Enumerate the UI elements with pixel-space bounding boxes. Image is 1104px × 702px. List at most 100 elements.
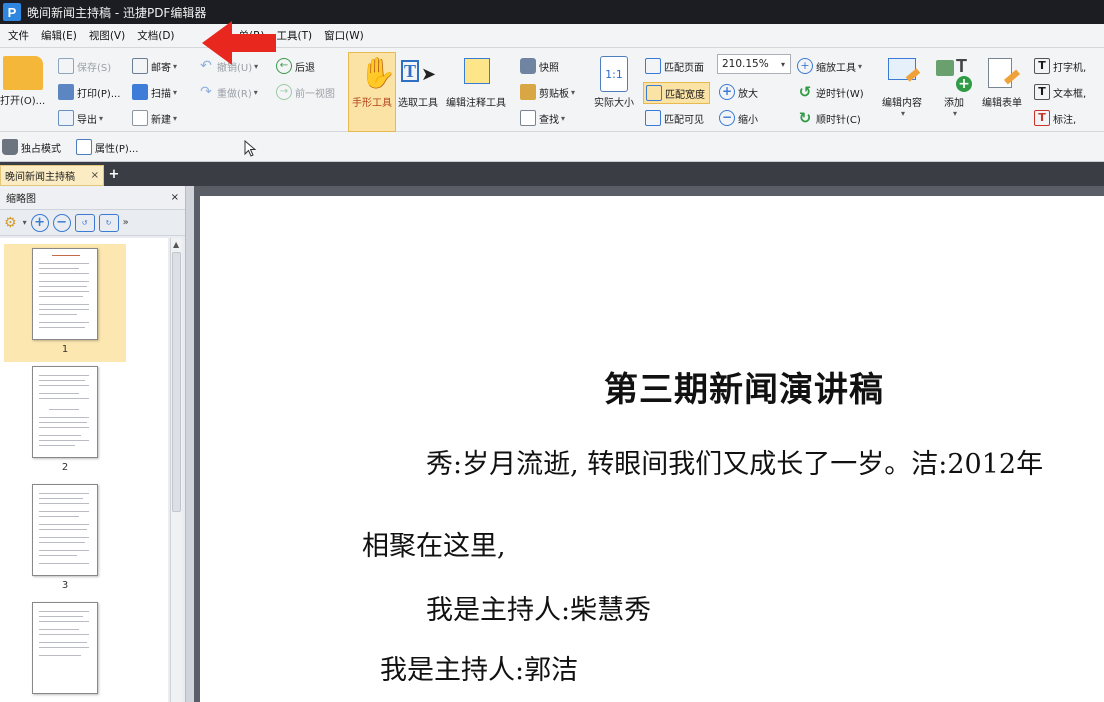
textbox-icon: T [1034, 84, 1050, 100]
zoom-tool-button[interactable]: + 缩放工具 ▾ [797, 58, 862, 74]
callout-button[interactable]: T 标注, [1034, 110, 1076, 126]
chevron-down-icon[interactable]: ▾ [23, 218, 27, 227]
back-button[interactable]: ← 后退 [276, 58, 315, 74]
menu-view[interactable]: 视图(V) [83, 24, 131, 48]
fit-page-label: 匹配页面 [664, 62, 704, 74]
menu-document[interactable]: 文档(D) [131, 24, 180, 48]
save-icon [58, 58, 74, 74]
typewriter-button[interactable]: T 打字机, [1034, 58, 1086, 74]
mouse-cursor-icon [244, 140, 257, 157]
annotation-icon [456, 56, 496, 92]
save-button[interactable]: 保存(S) [58, 58, 111, 74]
close-tab-icon[interactable]: × [91, 170, 99, 181]
zoom-in-thumbnail-icon[interactable]: + [30, 213, 49, 232]
document-tab[interactable]: 晚间新闻主持稿 × [0, 165, 104, 186]
red-arrow-annotation-icon [202, 21, 276, 65]
panel-splitter[interactable] [186, 186, 194, 702]
fit-width-icon [646, 85, 662, 101]
scroll-up-icon[interactable]: ▲ [173, 240, 179, 249]
zoom-out-thumbnail-icon[interactable]: − [52, 213, 71, 232]
hand-tool-button[interactable]: ✋ 手形工具 [349, 56, 397, 109]
print-button[interactable]: 打印(P)... [58, 84, 120, 100]
rotate-cw-button[interactable]: ↻ 顺时针(C) [797, 110, 861, 126]
quick-toolbar: 独占模式 属性(P)... [0, 132, 1104, 162]
page-thumbnail-4[interactable] [32, 602, 98, 694]
chevron-down-icon: ▾ [253, 87, 258, 97]
open-button[interactable]: 打开(O)... [0, 56, 45, 107]
export-label: 导出 [77, 114, 97, 126]
find-icon [520, 110, 536, 126]
thumbnail-panel-header: 缩略图 × [0, 186, 185, 210]
rotate-cw-icon: ↻ [798, 109, 812, 127]
zoom-value: 210.15% [722, 58, 769, 70]
rotate-ccw-icon: ↺ [798, 83, 812, 101]
page-number-1: 1 [61, 344, 69, 355]
page-thumbnail-3[interactable] [32, 484, 98, 576]
rotate-ccw-button[interactable]: ↺ 逆时针(W) [797, 84, 864, 100]
page-thumbnail-1[interactable] [32, 248, 98, 340]
scrollbar-thumb[interactable] [172, 252, 181, 512]
edit-annotation-button[interactable]: 编辑注释工具 [446, 56, 506, 109]
rotate-right-icon[interactable]: ↻ [98, 213, 119, 232]
crown-icon [2, 139, 18, 155]
thumbnail-scrollbar[interactable]: ▲ [170, 238, 182, 702]
thumbnail-tools: ⚙ ▾ + − ↺ ↻ » [0, 210, 185, 236]
menu-window[interactable]: 窗口(W) [318, 24, 370, 48]
find-label: 查找 [539, 114, 559, 126]
page-thumbnail-2[interactable] [32, 366, 98, 458]
prev-view-button[interactable]: → 前一视图 [276, 84, 335, 100]
more-chevron-icon[interactable]: » [123, 217, 129, 228]
edit-content-button[interactable]: 编辑内容 ▾ [882, 56, 922, 118]
add-button[interactable]: T + 添加 ▾ [934, 56, 974, 118]
select-tool-button[interactable]: T ➤ 选取工具 [398, 56, 438, 109]
actual-size-icon: 1:1 [600, 56, 628, 92]
close-panel-icon[interactable]: × [171, 192, 179, 203]
mail-label: 邮寄 [151, 62, 171, 74]
edit-form-button[interactable]: 编辑表单 [982, 56, 1022, 109]
back-arrow-icon: ← [276, 58, 292, 74]
document-tab-label: 晚间新闻主持稿 [5, 172, 75, 183]
scan-button[interactable]: 扫描 ▾ [132, 84, 177, 100]
rotate-left-icon[interactable]: ↺ [74, 213, 95, 232]
back-label: 后退 [295, 62, 315, 74]
fit-visible-icon [645, 110, 661, 126]
pdf-page[interactable]: 第三期新闻演讲稿 秀:岁月流逝, 转眼间我们又成长了一岁。洁:2012年 相聚在… [200, 196, 1104, 702]
zoom-out-button[interactable]: − 缩小 [719, 110, 758, 126]
textbox-label: 文本框, [1053, 88, 1087, 100]
app-logo-icon: P [3, 3, 21, 21]
clipboard-icon [520, 84, 536, 100]
gear-icon[interactable]: ⚙ [4, 215, 17, 231]
hand-icon: ✋ [359, 56, 397, 91]
new-button[interactable]: 新建 ▾ [132, 110, 177, 126]
zoom-level-select[interactable]: 210.15% ▾ [717, 54, 791, 74]
exclusive-mode-button[interactable]: 独占模式 [2, 139, 61, 155]
zoom-in-button[interactable]: + 放大 [719, 84, 758, 100]
find-button[interactable]: 查找 ▾ [520, 110, 565, 126]
clipboard-button[interactable]: 剪贴板 ▾ [520, 84, 575, 100]
actual-size-button[interactable]: 1:1 实际大小 [594, 56, 634, 109]
prev-view-label: 前一视图 [295, 88, 335, 100]
page-number-3: 3 [61, 580, 69, 591]
chevron-down-icon: ▾ [952, 109, 957, 118]
snapshot-button[interactable]: 快照 [520, 58, 559, 74]
fit-visible-button[interactable]: 匹配可见 [645, 110, 704, 126]
new-tab-button[interactable]: + [108, 168, 120, 181]
textbox-button[interactable]: T 文本框, [1034, 84, 1086, 100]
chevron-down-icon: ▾ [99, 113, 104, 123]
chevron-down-icon: ▾ [173, 61, 178, 71]
properties-button[interactable]: 属性(P)... [76, 139, 138, 155]
select-text-icon: T ➤ [399, 56, 437, 92]
mail-button[interactable]: 邮寄 ▾ [132, 58, 177, 74]
menu-edit[interactable]: 编辑(E) [35, 24, 83, 48]
edit-content-icon [882, 56, 922, 92]
add-content-icon: T + [934, 56, 974, 92]
menu-file[interactable]: 文件 [2, 24, 35, 48]
fit-page-button[interactable]: 匹配页面 [645, 58, 704, 74]
redo-button[interactable]: ↷ 重做(R) ▾ [198, 84, 258, 100]
thumbnail-panel: 缩略图 × ⚙ ▾ + − ↺ ↻ » 1 2 3 ▲ [0, 186, 186, 702]
page-number-2: 2 [61, 462, 69, 473]
document-view[interactable]: 第三期新闻演讲稿 秀:岁月流逝, 转眼间我们又成长了一岁。洁:2012年 相聚在… [194, 186, 1104, 702]
export-button[interactable]: 导出 ▾ [58, 110, 103, 126]
zoom-in-icon: + [719, 84, 735, 100]
fit-width-button[interactable]: 匹配宽度 [643, 82, 710, 104]
